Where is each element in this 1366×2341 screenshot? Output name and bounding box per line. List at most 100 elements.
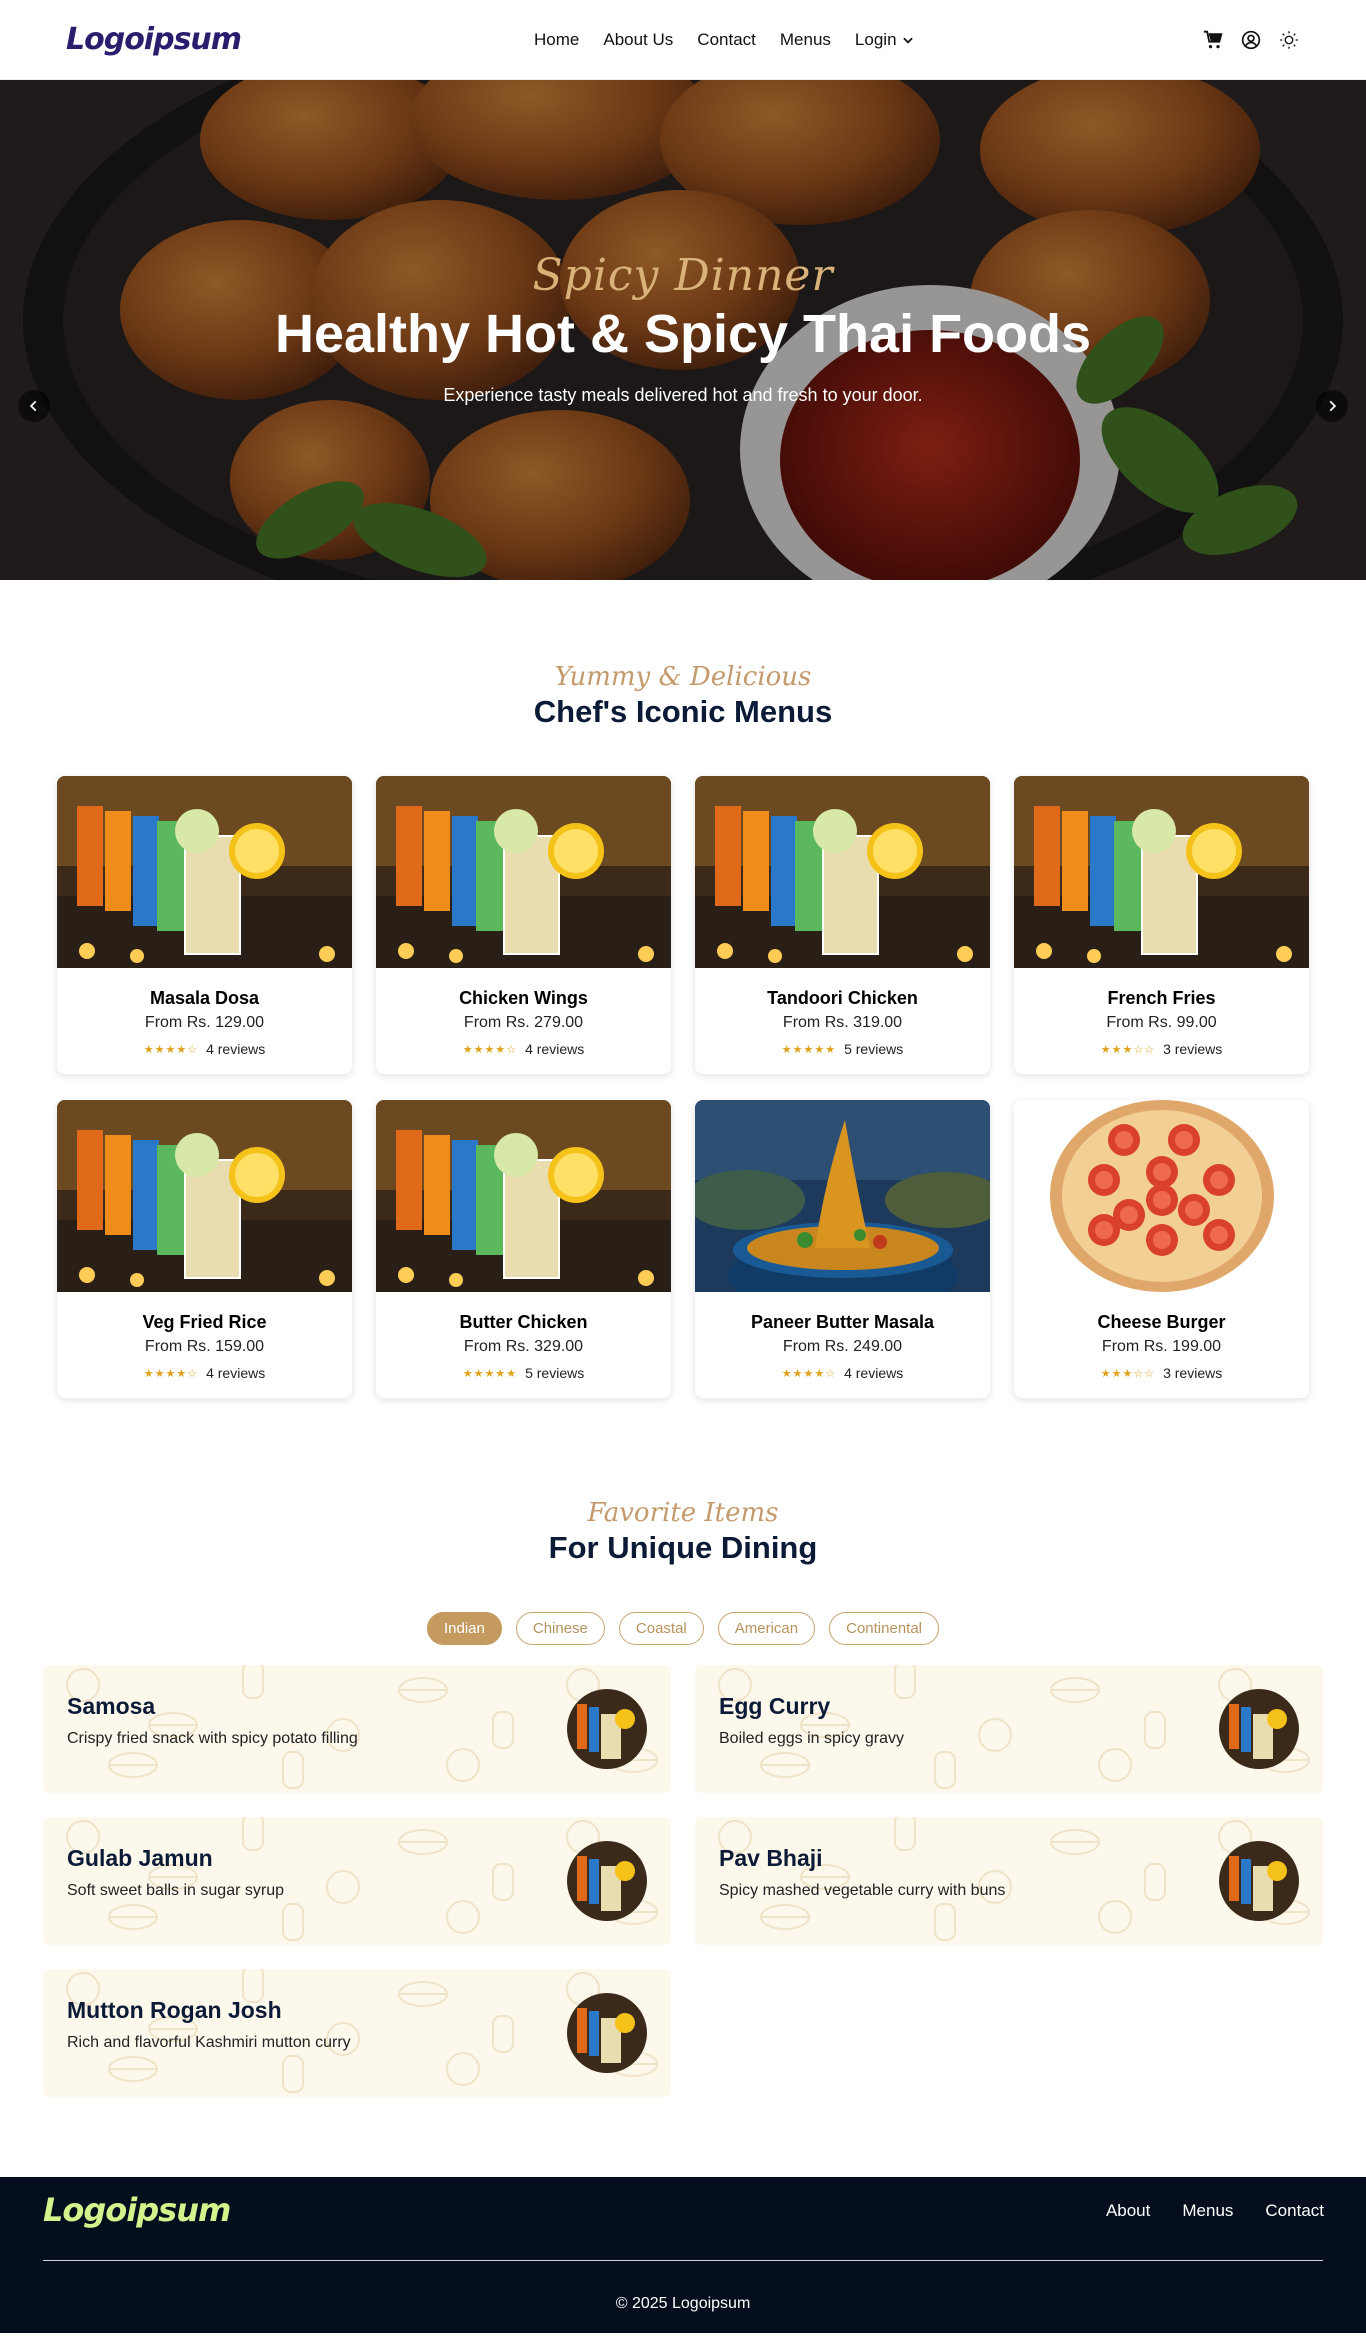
hero-title: Healthy Hot & Spicy Thai Foods	[274, 304, 1092, 364]
favorite-item-card[interactable]: Egg Curry Boiled eggs in spicy gravy	[695, 1665, 1323, 1793]
menu-card-rating: ★★★☆☆ 3 reviews	[1014, 1041, 1309, 1057]
cart-icon[interactable]	[1202, 29, 1224, 51]
favorite-item-thumbnail	[1219, 1689, 1299, 1769]
menu-card-price: From Rs. 99.00	[1106, 1014, 1217, 1031]
menu-card-title: Cheese Burger	[1097, 1312, 1226, 1332]
menu-card-image	[376, 776, 671, 968]
menu-card-price: From Rs. 159.00	[144, 1338, 265, 1355]
menus-heading: Yummy & Delicious Chef's Iconic Menus	[0, 662, 1366, 730]
menu-card-body: Paneer Butter Masala From Rs. 249.00 ★★★★☆…	[695, 1292, 990, 1381]
favorite-item-description: Crispy fried snack with spicy potato fil…	[67, 1730, 358, 1747]
favorite-item-text: Gulab Jamun Soft sweet balls in sugar syr…	[67, 1845, 647, 1900]
menu-card[interactable]: Butter Chicken From Rs. 329.00 ★★★★★ 5 revi…	[376, 1100, 671, 1398]
menu-card[interactable]: Cheese Burger From Rs. 199.00 ★★★☆☆ 3 revie…	[1014, 1100, 1309, 1398]
nav-actions	[1202, 29, 1300, 51]
hero-slider: Spicy Dinner Healthy Hot & Spicy Thai Fo…	[0, 80, 1366, 580]
menu-card-body: Tandoori Chicken From Rs. 319.00 ★★★★★ 5 re…	[695, 968, 990, 1057]
menu-card-body: Veg Fried Rice From Rs. 159.00 ★★★★☆ 4 revi…	[57, 1292, 352, 1381]
menus-title: Chef's Iconic Menus	[533, 694, 833, 729]
hero-kicker: Spicy Dinner	[532, 250, 834, 301]
menu-card-rating: ★★★★★ 5 reviews	[695, 1041, 990, 1057]
menu-card[interactable]: French Fries From Rs. 99.00 ★★★☆☆ 3 reviews	[1014, 776, 1309, 1074]
favorite-item-description: Rich and flavorful Kashmiri mutton curry	[67, 2034, 351, 2051]
tab-chinese[interactable]: Chinese	[515, 1612, 605, 1645]
favorite-item-thumbnail	[1219, 1841, 1299, 1921]
site-footer: Logoipsum About Menus Contact © 2025 Log…	[0, 2177, 1366, 2333]
favorite-item-card[interactable]: Samosa Crispy fried snack with spicy pota…	[43, 1665, 671, 1793]
main-nav: Home About Us Contact Menus Login	[534, 30, 915, 50]
brand-logo[interactable]: Logoipsum	[66, 22, 242, 57]
favorite-item-thumbnail	[567, 1841, 647, 1921]
favorite-item-text: Pav Bhaji Spicy mashed vegetable curry wi…	[719, 1845, 1299, 1900]
footer-logo[interactable]: Logoipsum	[43, 2191, 231, 2229]
menu-card-rating: ★★★★★ 5 reviews	[376, 1365, 671, 1381]
menu-card[interactable]: Veg Fried Rice From Rs. 159.00 ★★★★☆ 4 revi…	[57, 1100, 352, 1398]
menu-card-title: French Fries	[1107, 988, 1216, 1008]
favorite-items-section: Favorite Items For Unique Dining Indian C…	[0, 1398, 1366, 2097]
footer-link-contact[interactable]: Contact	[1265, 2201, 1324, 2221]
favorite-item-thumbnail	[567, 1993, 647, 2073]
favorite-item-title: Samosa	[67, 1693, 156, 1719]
tab-american[interactable]: American	[717, 1612, 816, 1645]
menu-card-image	[376, 1100, 671, 1292]
menu-card-body: French Fries From Rs. 99.00 ★★★☆☆ 3 reviews	[1014, 968, 1309, 1057]
footer-divider	[43, 2260, 1323, 2261]
star-rating-icon: ★★★☆☆	[1100, 1043, 1156, 1056]
favorite-item-text: Mutton Rogan Josh Rich and flavorful Kash…	[67, 1997, 647, 2052]
menu-card-body: Masala Dosa From Rs. 129.00 ★★★★☆ 4 reviews	[57, 968, 352, 1057]
star-rating-icon: ★★★★★	[462, 1367, 518, 1380]
favorite-item-description: Soft sweet balls in sugar syrup	[67, 1882, 284, 1899]
menu-card-body: Cheese Burger From Rs. 199.00 ★★★☆☆ 3 revie…	[1014, 1292, 1309, 1381]
footer-link-menus[interactable]: Menus	[1182, 2201, 1233, 2221]
top-navbar: Logoipsum Home About Us Contact Menus Lo…	[0, 0, 1366, 80]
menu-card[interactable]: Tandoori Chicken From Rs. 319.00 ★★★★★ 5 re…	[695, 776, 990, 1074]
tab-indian[interactable]: Indian	[426, 1612, 502, 1645]
nav-link-home[interactable]: Home	[534, 30, 579, 50]
review-count: 4 reviews	[206, 1041, 266, 1057]
iconic-menus-section: Yummy & Delicious Chef's Iconic Menus Ma…	[0, 580, 1366, 1398]
hero-caption: Spicy Dinner Healthy Hot & Spicy Thai Fo…	[0, 250, 1366, 406]
menu-card-price: From Rs. 199.00	[1101, 1338, 1222, 1355]
slider-next-button[interactable]	[1316, 390, 1348, 422]
review-count: 4 reviews	[844, 1365, 904, 1381]
login-dropdown[interactable]: Login	[855, 30, 915, 50]
review-count: 4 reviews	[206, 1365, 266, 1381]
menu-card[interactable]: Chicken Wings From Rs. 279.00 ★★★★☆ 4 revie…	[376, 776, 671, 1074]
favorites-heading: Favorite Items For Unique Dining	[0, 1498, 1366, 1566]
favorite-item-title: Gulab Jamun	[67, 1845, 213, 1871]
chevron-right-icon	[1329, 400, 1337, 412]
nav-link-contact[interactable]: Contact	[697, 30, 756, 50]
favorites-title: For Unique Dining	[548, 1530, 818, 1565]
favorite-item-title: Pav Bhaji	[719, 1845, 823, 1871]
favorite-item-card[interactable]: Gulab Jamun Soft sweet balls in sugar syr…	[43, 1817, 671, 1945]
review-count: 4 reviews	[525, 1041, 585, 1057]
menu-card-price: From Rs. 129.00	[144, 1014, 265, 1031]
slider-prev-button[interactable]	[18, 390, 50, 422]
tab-continental[interactable]: Continental	[829, 1612, 940, 1645]
menu-card-price: From Rs. 249.00	[782, 1338, 903, 1355]
copyright-text: © 2025 Logoipsum	[615, 2295, 751, 2312]
menu-card[interactable]: Masala Dosa From Rs. 129.00 ★★★★☆ 4 reviews	[57, 776, 352, 1074]
chevron-left-icon	[29, 400, 37, 412]
menu-card-rating: ★★★☆☆ 3 reviews	[1014, 1365, 1309, 1381]
nav-link-about[interactable]: About Us	[603, 30, 673, 50]
star-rating-icon: ★★★★☆	[462, 1043, 518, 1056]
menu-card-price: From Rs. 319.00	[782, 1014, 903, 1031]
menu-card[interactable]: Paneer Butter Masala From Rs. 249.00 ★★★★☆…	[695, 1100, 990, 1398]
footer-link-about[interactable]: About	[1106, 2201, 1150, 2221]
review-count: 3 reviews	[1163, 1365, 1223, 1381]
theme-toggle-sun-icon[interactable]	[1278, 29, 1300, 51]
favorite-item-card[interactable]: Mutton Rogan Josh Rich and flavorful Kash…	[43, 1969, 671, 2097]
cuisine-filter-tabs: Indian Chinese Coastal American Continental	[0, 1612, 1366, 1645]
menu-card-image	[57, 1100, 352, 1292]
login-label: Login	[854, 29, 897, 49]
favorite-item-card[interactable]: Pav Bhaji Spicy mashed vegetable curry wi…	[695, 1817, 1323, 1945]
menu-card-title: Chicken Wings	[459, 988, 588, 1008]
menu-card-image	[695, 1100, 990, 1292]
favorite-item-text: Samosa Crispy fried snack with spicy pota…	[67, 1693, 647, 1748]
tab-coastal[interactable]: Coastal	[618, 1612, 704, 1645]
menu-card-rating: ★★★★☆ 4 reviews	[57, 1041, 352, 1057]
menu-card-title: Masala Dosa	[149, 988, 260, 1008]
nav-link-menus[interactable]: Menus	[780, 30, 831, 50]
user-account-icon[interactable]	[1240, 29, 1262, 51]
